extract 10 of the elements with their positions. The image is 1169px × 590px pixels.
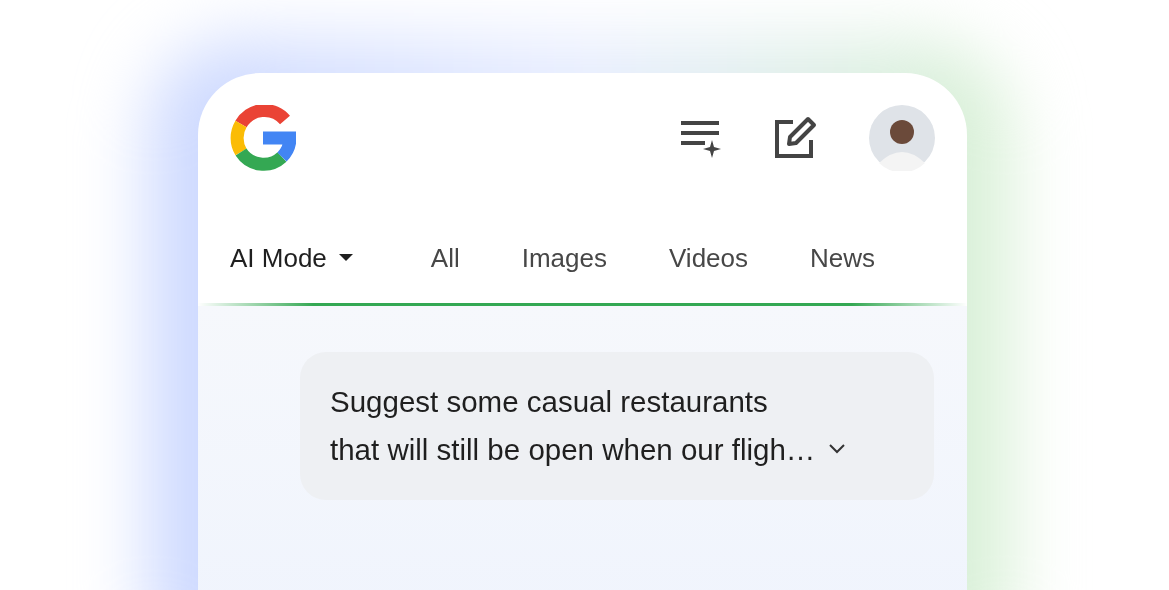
tab[interactable]: Images bbox=[521, 238, 607, 278]
avatar[interactable] bbox=[869, 105, 935, 171]
tab[interactable]: Videos bbox=[669, 238, 749, 278]
edit-icon[interactable] bbox=[773, 116, 817, 160]
query-bubble[interactable]: Suggest some casual restaurants that will still be open when our fligh… bbox=[300, 352, 934, 500]
tab[interactable]: AI Mode bbox=[230, 238, 353, 278]
google-logo bbox=[230, 105, 296, 171]
tab[interactable]: All bbox=[430, 238, 460, 278]
tab[interactable]: News bbox=[810, 238, 876, 278]
query-text: Suggest some casual restaurants that will still be open when our fligh… bbox=[330, 384, 816, 468]
